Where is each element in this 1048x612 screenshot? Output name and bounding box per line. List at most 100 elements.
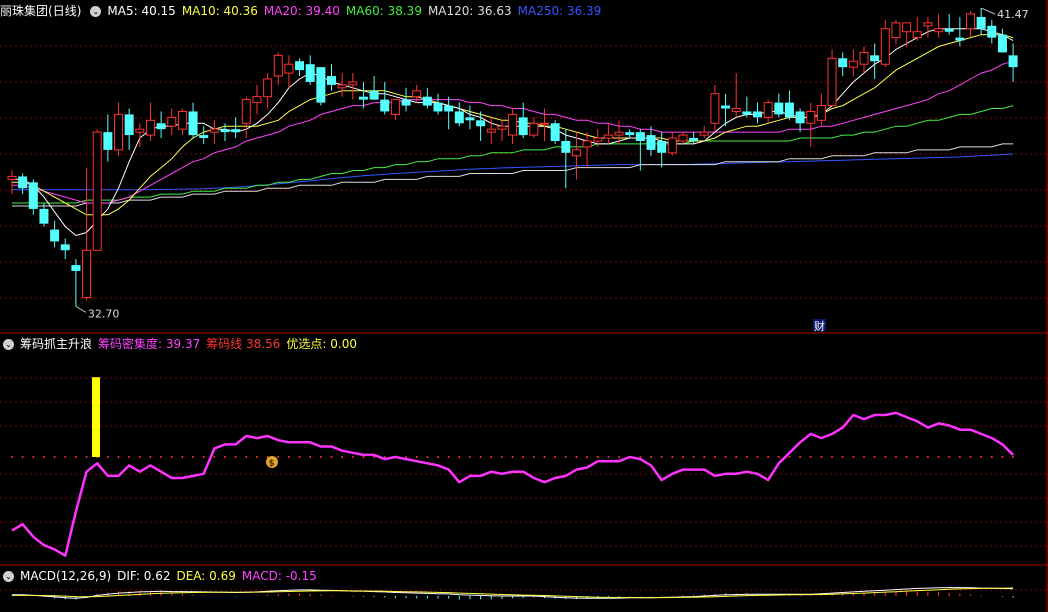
chip-line-dot — [362, 456, 365, 458]
indicator-values: 筹码密集度: 39.37 筹码线 38.56 优选点: 0.00 — [98, 336, 363, 352]
ma250-line — [12, 153, 1014, 191]
candle-down — [369, 90, 379, 100]
candle-up — [508, 113, 518, 136]
candle-up — [731, 108, 741, 112]
candle-down — [944, 28, 954, 32]
ma-legend-item: MA10: 40.36 — [181, 4, 258, 18]
candle-down — [401, 99, 411, 106]
chip-line-dot — [117, 456, 120, 458]
candle-down — [795, 111, 805, 124]
chip-line-dot — [85, 456, 88, 458]
chip-line-dot — [852, 456, 855, 458]
candle-up — [859, 51, 869, 65]
candle-up — [667, 137, 677, 154]
indicator-item: 筹码线 38.56 — [206, 337, 281, 351]
candle-up — [603, 134, 613, 139]
candle-down — [742, 111, 752, 115]
chip-line-dot — [224, 456, 226, 458]
candle-down — [380, 99, 390, 112]
candle-up — [966, 13, 975, 30]
candle-up — [252, 96, 262, 104]
chip-line-dot — [245, 456, 248, 458]
chip-line-dot — [564, 456, 567, 458]
candle-down — [646, 135, 656, 150]
chip-line-dot — [660, 456, 663, 458]
candle-down — [784, 102, 794, 118]
chip-line-dot — [1012, 456, 1015, 458]
chip-line-dot — [980, 456, 983, 458]
candle-up — [348, 81, 358, 86]
chip-line-dot — [234, 456, 237, 458]
money-bag-icon-symbol: $ — [269, 459, 275, 469]
indicator-legend: ⌄ 筹码抓主升浪 筹码密集度: 39.37 筹码线 38.56 优选点: 0.00 — [0, 336, 369, 352]
candle-up — [710, 93, 720, 124]
candle-down — [689, 138, 699, 141]
ma-legend-item: MA5: 40.15 — [107, 4, 176, 18]
chip-line-dot — [841, 456, 844, 458]
macd-item: DIF: 0.62 — [117, 569, 171, 583]
chip-line-dot — [287, 456, 290, 458]
settings-circle-icon[interactable]: ⌄ — [90, 5, 102, 17]
candle-down — [657, 140, 667, 153]
chip-line-dot — [213, 456, 216, 458]
candle-down — [1008, 55, 1018, 68]
chip-line-dot — [74, 456, 77, 458]
chip-line-dot — [916, 456, 919, 458]
macd-settings-icon[interactable]: ⌄ — [3, 570, 14, 582]
candle-up — [177, 110, 187, 130]
macd-item: MACD: -0.15 — [241, 569, 317, 583]
indicator-settings-icon[interactable]: ⌄ — [3, 338, 14, 350]
candle-up — [540, 122, 549, 125]
ma-legend-item: MA120: 36.63 — [427, 4, 512, 18]
candle-down — [774, 102, 784, 115]
candle-down — [997, 34, 1007, 53]
chip-line-dot — [596, 456, 599, 458]
candle-down — [71, 265, 81, 271]
macd-name: MACD(12,26,9) — [20, 569, 112, 583]
chip-line-dot — [681, 456, 684, 458]
candle-up — [582, 140, 592, 148]
finance-marker: 财 — [814, 319, 825, 333]
chip-line-dot — [873, 456, 876, 458]
candle-down — [156, 123, 166, 130]
macd-values: DIF: 0.62 DEA: 0.69 MACD: -0.15 — [117, 568, 323, 584]
candle-up — [412, 90, 422, 98]
chip-line-dot — [128, 456, 131, 458]
chip-line-dot — [149, 456, 152, 458]
chip-line-dot — [426, 456, 429, 458]
candle-down — [976, 16, 986, 29]
candle-down — [721, 105, 731, 109]
candle-up — [912, 31, 922, 39]
chip-line-dot — [468, 456, 471, 458]
chip-line-dot — [1001, 456, 1004, 458]
candle-up — [571, 149, 581, 157]
candle-down — [124, 114, 134, 136]
chip-line-dot — [692, 456, 695, 458]
ma-legend-item: MA250: 36.39 — [517, 4, 602, 18]
chart-grid — [0, 0, 1048, 612]
candle-up — [806, 110, 816, 124]
candle-up — [7, 175, 17, 180]
candle-down — [870, 55, 880, 62]
candle-down — [103, 132, 113, 150]
chip-line-dot — [298, 456, 301, 458]
candle-up — [263, 78, 273, 98]
chip-line-dot — [607, 456, 610, 458]
chip-line-dot — [543, 456, 546, 458]
candle-down — [327, 76, 336, 85]
candle-down — [838, 58, 848, 68]
candle-up — [827, 57, 837, 107]
candle-up — [816, 105, 826, 121]
candle-down — [295, 61, 305, 71]
candle-down — [635, 132, 645, 141]
candle-up — [135, 128, 145, 133]
candle-up — [337, 84, 347, 89]
chip-line-dot — [820, 456, 823, 458]
candle-down — [433, 102, 443, 112]
chip-line-dot — [990, 456, 993, 458]
candle-down — [518, 117, 528, 136]
ma-legend-item: MA60: 38.39 — [345, 4, 422, 18]
chip-line-dot — [522, 456, 525, 458]
chip-line-dot — [500, 456, 503, 458]
candle-down — [561, 140, 571, 153]
